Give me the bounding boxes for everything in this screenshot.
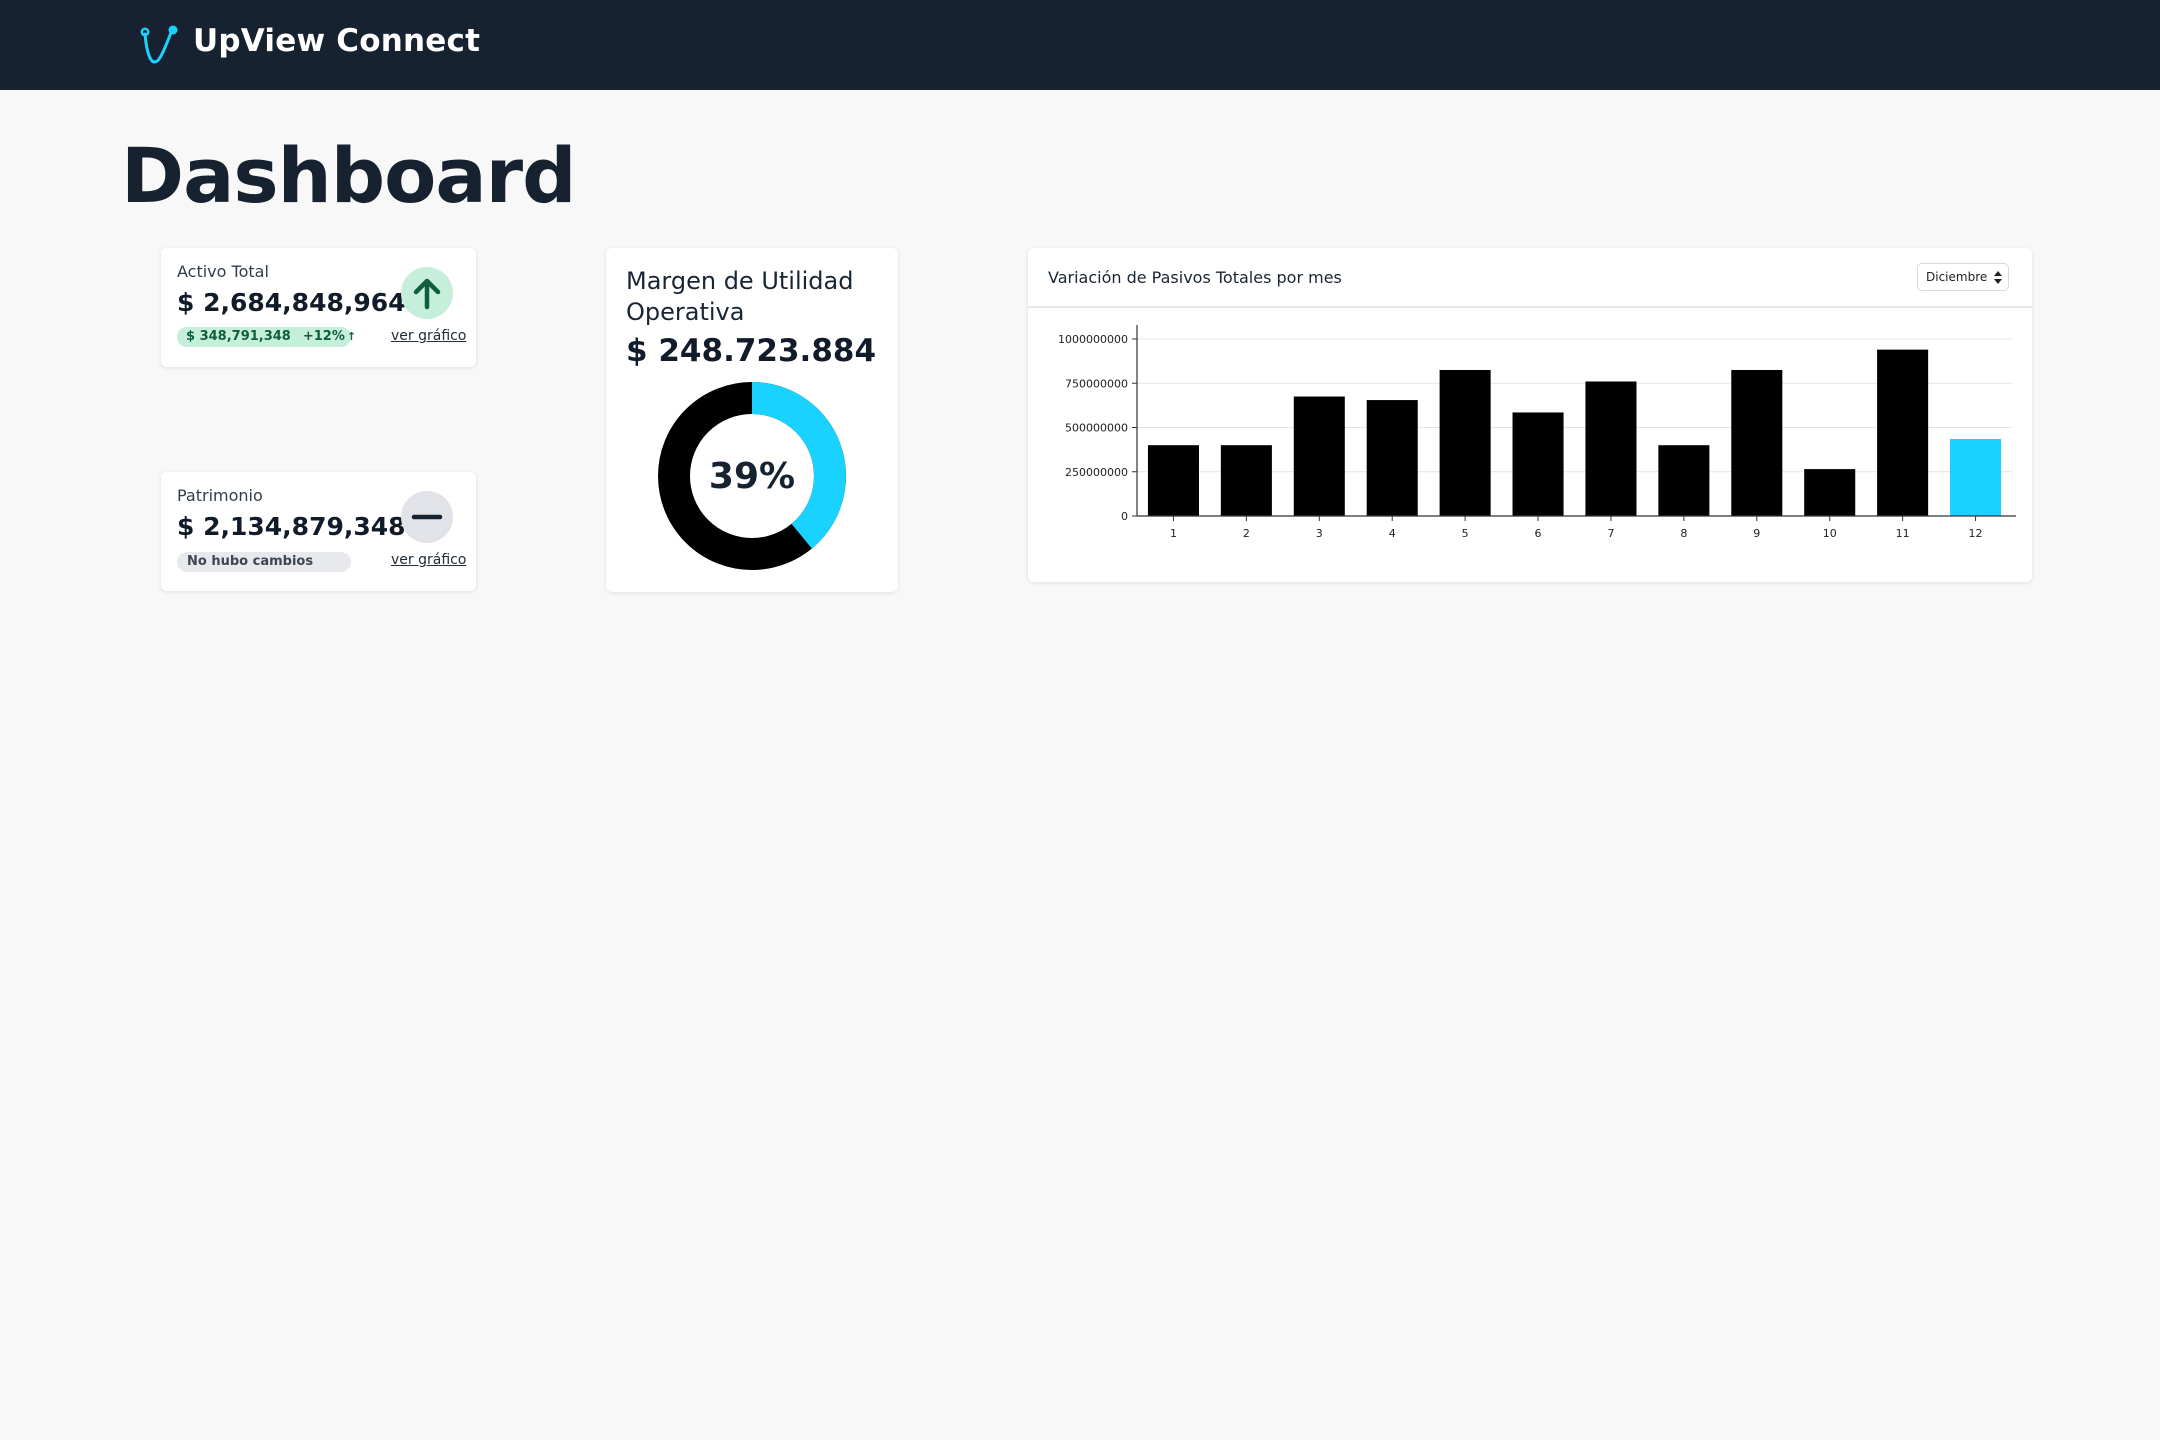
donut-chart: 39%: [658, 382, 846, 570]
bar-month-4: [1366, 400, 1418, 516]
y-tick-label: 750000000: [1065, 377, 1128, 390]
month-select-value: Diciembre: [1926, 270, 1988, 284]
x-tick-label: 8: [1680, 527, 1687, 540]
small-arrow-up-icon: ↑: [346, 330, 357, 343]
x-tick-label: 3: [1316, 527, 1323, 540]
trend-indicator: [401, 267, 453, 319]
change-badge: $ 348,791,348 +12% ↑: [177, 327, 356, 347]
status-badge: No hubo cambios: [177, 552, 351, 572]
x-tick-label: 10: [1823, 527, 1837, 540]
y-tick-label: 0: [1121, 510, 1128, 523]
x-tick-label: 12: [1969, 527, 1983, 540]
y-tick-label: 500000000: [1065, 422, 1128, 435]
bar-month-10: [1804, 469, 1856, 516]
kpi-card-activo-total: Activo Total $ 2,684,848,964 $ 348,791,3…: [161, 248, 476, 367]
bar-month-9: [1731, 369, 1783, 516]
change-amount: $ 348,791,348: [186, 329, 291, 344]
top-navbar: UpView Connect: [0, 0, 2160, 90]
kpi-value: $ 2,684,848,964: [177, 288, 406, 317]
margin-card: Margen de Utilidad Operativa $ 248.723.8…: [606, 248, 898, 592]
x-tick-label: 7: [1607, 527, 1614, 540]
bar-month-2: [1220, 445, 1272, 516]
x-tick-label: 11: [1896, 527, 1910, 540]
minus-icon: [411, 514, 443, 520]
chart-title: Variación de Pasivos Totales por mes: [1048, 268, 1342, 287]
x-tick-label: 5: [1462, 527, 1469, 540]
donut-percent-label: 39%: [709, 456, 795, 497]
kpi-value: $ 2,134,879,348: [177, 512, 406, 541]
bar-month-12: [1950, 439, 2002, 516]
page-title: Dashboard: [121, 131, 576, 220]
upview-logo-icon[interactable]: [139, 24, 181, 66]
y-tick-label: 1000000000: [1058, 333, 1128, 346]
bar-month-5: [1439, 369, 1491, 516]
bar-month-8: [1658, 445, 1710, 516]
bar-month-3: [1293, 396, 1345, 516]
x-tick-label: 1: [1170, 527, 1177, 540]
kpi-label: Patrimonio: [177, 486, 263, 505]
margin-value: $ 248.723.884: [626, 333, 877, 369]
select-arrows-icon: [1994, 271, 2002, 284]
kpi-card-patrimonio: Patrimonio $ 2,134,879,348 No hubo cambi…: [161, 472, 476, 591]
trend-indicator: [401, 491, 453, 543]
x-tick-label: 9: [1753, 527, 1760, 540]
x-tick-label: 2: [1243, 527, 1250, 540]
bar-month-7: [1585, 381, 1637, 516]
arrow-up-icon: [413, 278, 441, 310]
x-tick-label: 4: [1389, 527, 1396, 540]
margin-title: Margen de Utilidad Operativa: [626, 267, 854, 326]
view-chart-link[interactable]: ver gráfico: [391, 552, 466, 568]
brand-name[interactable]: UpView Connect: [193, 23, 480, 59]
bar-month-11: [1877, 349, 1929, 516]
month-select[interactable]: Diciembre: [1917, 263, 2009, 291]
bar-chart: 025000000050000000075000000010000000001 2…: [1058, 325, 2016, 540]
bar-month-6: [1512, 412, 1564, 516]
view-chart-link[interactable]: ver gráfico: [391, 328, 466, 344]
change-percent: +12%: [302, 329, 345, 344]
bar-month-1: [1147, 445, 1199, 516]
liabilities-chart-card: Variación de Pasivos Totales por mes Dic…: [1028, 248, 2032, 582]
x-tick-label: 6: [1535, 527, 1542, 540]
y-tick-label: 250000000: [1065, 466, 1128, 479]
kpi-label: Activo Total: [177, 262, 269, 281]
